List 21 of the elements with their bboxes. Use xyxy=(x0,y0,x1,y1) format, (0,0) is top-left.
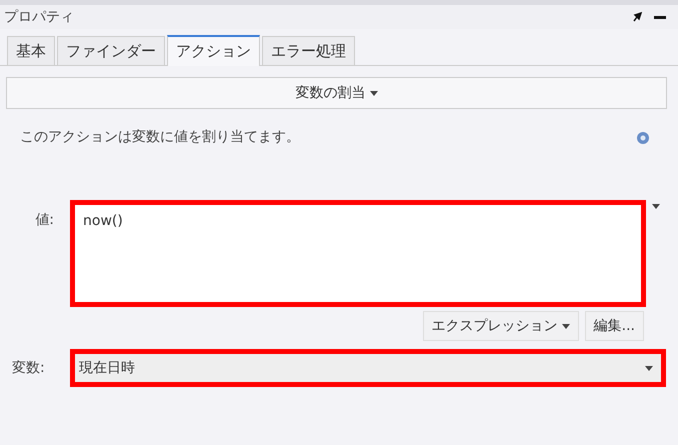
expression-dropdown-button[interactable]: エクスプレッション xyxy=(422,311,579,341)
panel-title: プロパティ xyxy=(4,8,74,26)
dropdown-icon xyxy=(652,204,660,209)
pin-icon[interactable] xyxy=(632,12,642,22)
dropdown-icon xyxy=(645,366,653,370)
tab[interactable]: アクション xyxy=(167,35,260,66)
variable-value: 現在日時 xyxy=(79,358,135,378)
variable-label: 変数: xyxy=(11,358,46,378)
value-label: 値: xyxy=(34,211,55,230)
tab[interactable]: ファインダー xyxy=(57,36,165,65)
edit-button[interactable]: 編集... xyxy=(584,311,644,341)
caret-icon xyxy=(370,90,378,96)
description-text: このアクションは変数に値を割り当てます。 xyxy=(20,128,300,147)
action-dropdown-button[interactable]: 変数の割当 xyxy=(6,77,667,109)
caret-icon xyxy=(562,324,570,328)
variable-dropdown[interactable]: 現在日時 xyxy=(70,349,666,387)
minimize-icon[interactable] xyxy=(654,16,666,18)
tab[interactable]: エラー処理 xyxy=(262,36,355,65)
help-icon[interactable] xyxy=(636,130,650,144)
value-field[interactable]: now() xyxy=(70,200,646,307)
tab[interactable]: 基本 xyxy=(7,36,55,65)
